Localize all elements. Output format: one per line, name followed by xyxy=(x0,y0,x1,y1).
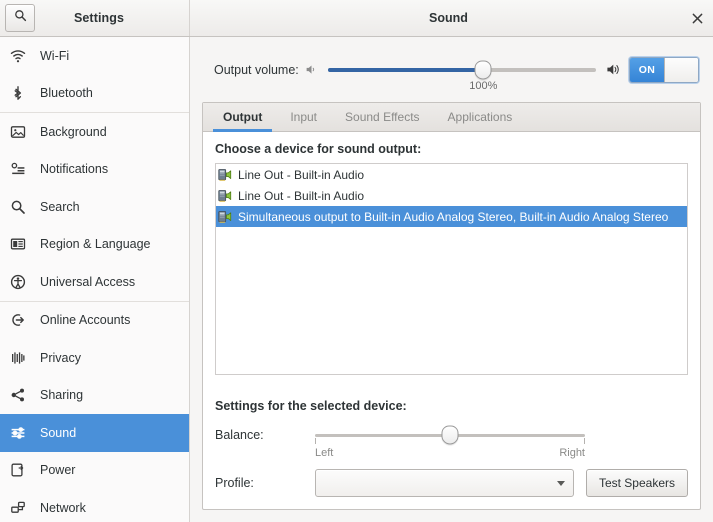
tab-label: Output xyxy=(223,110,262,124)
bluetooth-icon xyxy=(10,84,32,102)
network-icon xyxy=(10,499,32,517)
device-chooser-label: Choose a device for sound output: xyxy=(215,142,688,156)
output-volume-toggle[interactable]: ON xyxy=(629,57,699,83)
sidebar-item-label: Online Accounts xyxy=(40,313,130,327)
volume-percent-label: 100% xyxy=(469,80,497,92)
sidebar-item-wi-fi[interactable]: Wi-Fi xyxy=(0,37,189,75)
search-icon xyxy=(14,9,27,27)
search-button[interactable] xyxy=(5,4,35,32)
wifi-icon xyxy=(10,47,32,65)
volume-handle[interactable] xyxy=(475,60,492,79)
sidebar-item-label: Universal Access xyxy=(40,275,135,289)
sharing-icon xyxy=(10,386,32,404)
online-accounts-icon xyxy=(10,311,32,329)
privacy-icon xyxy=(10,349,32,367)
toggle-on-label: ON xyxy=(630,58,664,82)
sidebar-title: Settings xyxy=(35,11,189,25)
device-list-item[interactable]: Line Out - Built-in Audio xyxy=(216,164,687,185)
volume-trough[interactable] xyxy=(328,68,596,72)
sidebar-item-label: Search xyxy=(40,200,80,214)
sidebar-item-sound[interactable]: Sound xyxy=(0,414,189,452)
sidebar-item-region-language[interactable]: Region & Language xyxy=(0,226,189,264)
sidebar-item-sharing[interactable]: Sharing xyxy=(0,377,189,415)
balance-row: Balance: xyxy=(215,423,688,447)
audio-card-icon xyxy=(218,167,234,183)
page-title: Sound xyxy=(190,11,681,25)
tab-label: Applications xyxy=(448,110,513,124)
balance-label: Balance: xyxy=(215,428,315,442)
output-volume-label: Output volume: xyxy=(214,63,299,77)
sidebar-item-label: Sharing xyxy=(40,388,83,402)
audio-card-icon xyxy=(218,188,234,204)
balance-handle[interactable] xyxy=(442,426,459,445)
notifications-icon xyxy=(10,160,32,178)
background-icon xyxy=(10,123,32,141)
sidebar-item-power[interactable]: Power xyxy=(0,452,189,490)
device-list-item[interactable]: Simultaneous output to Built-in Audio An… xyxy=(216,206,687,227)
toggle-off-area xyxy=(664,58,698,82)
region-language-icon xyxy=(10,235,32,253)
balance-slider[interactable] xyxy=(315,423,585,447)
device-list-item-label: Line Out - Built-in Audio xyxy=(238,168,364,182)
tab-applications[interactable]: Applications xyxy=(434,104,527,131)
sidebar-item-privacy[interactable]: Privacy xyxy=(0,339,189,377)
tab-output[interactable]: Output xyxy=(209,104,276,131)
audio-card-icon xyxy=(218,209,234,225)
titlebar-left: Settings xyxy=(0,0,190,36)
output-tab-page: Choose a device for sound output: Line O… xyxy=(203,132,700,385)
close-icon[interactable] xyxy=(681,0,713,36)
device-settings-title: Settings for the selected device: xyxy=(215,399,688,413)
output-device-list[interactable]: Line Out - Built-in Audio Line Out - Buil… xyxy=(215,163,688,375)
test-speakers-button[interactable]: Test Speakers xyxy=(586,469,688,497)
profile-row: Profile: Test Speakers xyxy=(215,469,688,497)
sidebar-item-label: Background xyxy=(40,125,107,139)
sidebar-item-label: Network xyxy=(40,501,86,515)
titlebar-right: Sound xyxy=(190,0,713,36)
sidebar-item-label: Notifications xyxy=(40,162,108,176)
speaker-icon xyxy=(606,62,621,77)
sidebar-item-universal-access[interactable]: Universal Access xyxy=(0,263,189,301)
speaker-muted-icon xyxy=(305,63,318,76)
device-settings-section: Settings for the selected device: Balanc… xyxy=(203,385,700,509)
sidebar-item-notifications[interactable]: Notifications xyxy=(0,151,189,189)
universal-access-icon xyxy=(10,273,32,291)
profile-combobox[interactable] xyxy=(315,469,574,497)
tab-sound-effects[interactable]: Sound Effects xyxy=(331,104,434,131)
sidebar-item-background[interactable]: Background xyxy=(0,113,189,151)
sidebar-item-label: Bluetooth xyxy=(40,86,93,100)
sidebar-item-label: Power xyxy=(40,463,75,477)
sidebar-item-network[interactable]: Network xyxy=(0,489,189,522)
profile-label: Profile: xyxy=(215,476,315,490)
tab-input[interactable]: Input xyxy=(276,104,331,131)
tab-bar: Output Input Sound Effects Applications xyxy=(203,103,700,132)
settings-window: Settings Sound Wi-Fi Bluetooth Background N… xyxy=(0,0,713,522)
balance-endpoint-labels: Left Right xyxy=(315,447,585,459)
device-list-item[interactable]: Line Out - Built-in Audio xyxy=(216,185,687,206)
main-pane: Output volume: 100% xyxy=(190,37,713,522)
sidebar: Wi-Fi Bluetooth Background Notifications Sea… xyxy=(0,37,190,522)
balance-right-label: Right xyxy=(559,447,585,459)
chevron-down-icon xyxy=(557,481,565,486)
output-volume-slider[interactable]: 100% xyxy=(328,52,596,88)
sidebar-item-bluetooth[interactable]: Bluetooth xyxy=(0,75,189,113)
sound-icon xyxy=(10,424,32,442)
sidebar-item-label: Wi-Fi xyxy=(40,49,69,63)
sidebar-item-label: Privacy xyxy=(40,351,81,365)
sidebar-item-online-accounts[interactable]: Online Accounts xyxy=(0,302,189,340)
sound-notebook: Output Input Sound Effects Applications Cho… xyxy=(202,102,701,510)
sidebar-item-label: Region & Language xyxy=(40,237,151,251)
device-list-item-label: Line Out - Built-in Audio xyxy=(238,189,364,203)
tab-label: Sound Effects xyxy=(345,110,420,124)
output-volume-row: Output volume: 100% xyxy=(190,37,713,102)
titlebar: Settings Sound xyxy=(0,0,713,37)
sidebar-item-search[interactable]: Search xyxy=(0,188,189,226)
device-list-item-label: Simultaneous output to Built-in Audio An… xyxy=(238,210,668,224)
window-body: Wi-Fi Bluetooth Background Notifications Sea… xyxy=(0,37,713,522)
sidebar-item-label: Sound xyxy=(40,426,76,440)
tab-label: Input xyxy=(290,110,317,124)
power-icon xyxy=(10,461,32,479)
balance-left-label: Left xyxy=(315,447,333,459)
search-icon xyxy=(10,198,32,216)
volume-fill xyxy=(328,68,484,72)
